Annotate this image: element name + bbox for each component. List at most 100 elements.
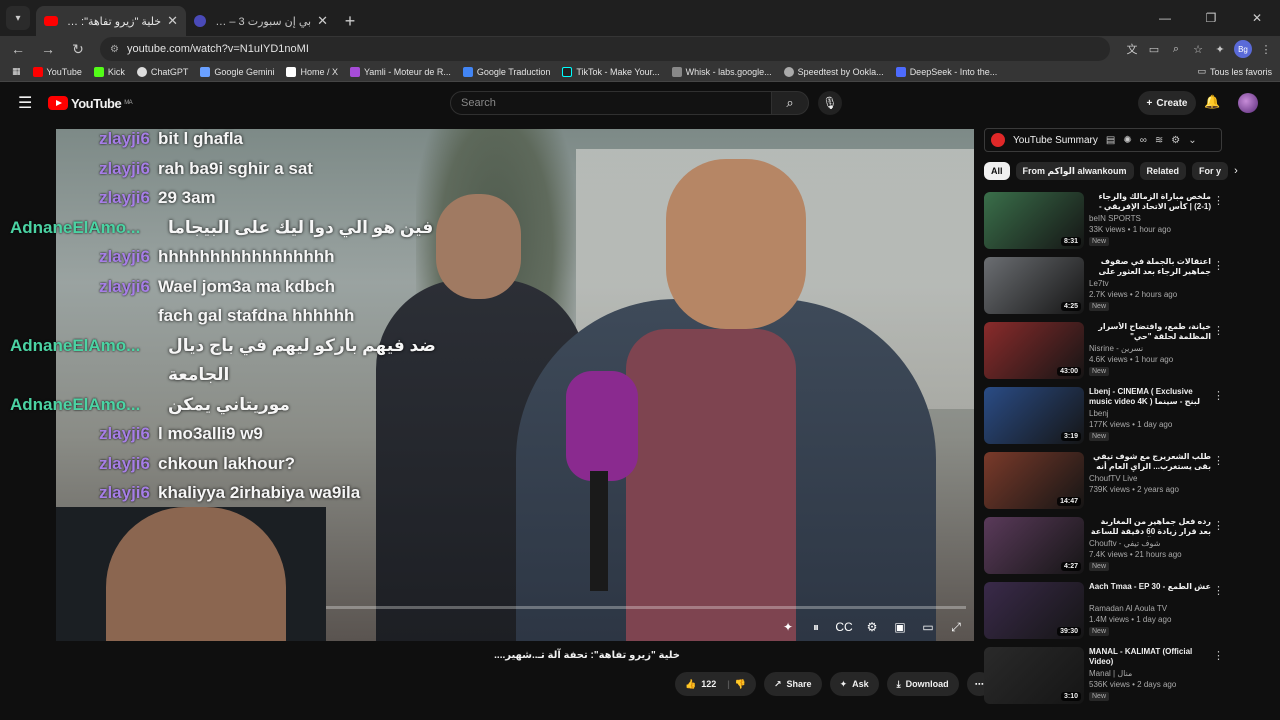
youtube-summary-bar[interactable]: YouTube Summary ▤ ✺ ∞ ≋ ⚙ ⌄ [984,128,1222,152]
video-title[interactable]: MANAL - KALIMAT (Official Video) [1089,647,1211,667]
more-options-icon[interactable]: ⋮ [1213,649,1224,662]
recommended-video[interactable]: 8:31 ملخص مباراة الزمالك والرجاء (1-2) |… [984,192,1224,257]
transcript-icon[interactable]: ▤ [1106,135,1115,146]
ai-sparkle-icon[interactable]: ✦ [780,619,796,635]
video-thumbnail[interactable]: 3:19 [984,387,1084,444]
openai-icon[interactable]: ✺ [1123,135,1131,146]
youtube-logo[interactable]: YouTube MA [48,96,133,111]
extensions-icon[interactable]: ✦ [1212,41,1228,57]
video-title[interactable]: ملخص مباراة الزمالك والرجاء (1-2) | كأس … [1089,192,1211,212]
settings-gear-icon[interactable]: ⚙ [1171,135,1180,146]
video-thumbnail[interactable]: 43:00 [984,322,1084,379]
video-title[interactable]: طلب الشعريرج مع شوف تيفي بقى يستغرب... ا… [1089,452,1211,472]
avatar[interactable] [1238,93,1258,113]
more-options-icon[interactable]: ⋮ [1213,389,1224,402]
translate-icon[interactable]: 文 [1124,41,1140,57]
thumbs-down-icon[interactable]: 👎 [735,679,746,690]
browser-menu-icon[interactable]: ⋮ [1258,41,1274,57]
progress-bar[interactable] [326,606,966,609]
channel-name[interactable]: Nisrine - نسرين [1089,344,1211,353]
site-info-icon[interactable]: ⚙ [110,44,119,55]
channel-name[interactable]: Le7tv [1089,279,1211,288]
chip-related[interactable]: Related [1139,162,1187,180]
tab-youtube[interactable]: خلية "زيرو تفاهة": تحفة آلة تـ... ✕ [36,6,186,36]
channel-name[interactable]: ChoufTV Live [1089,474,1211,483]
new-tab-button[interactable]: + [336,6,364,36]
create-button[interactable]: + Create [1138,91,1196,115]
more-options-icon[interactable]: ⋮ [1213,454,1224,467]
video-thumbnail[interactable]: 4:27 [984,517,1084,574]
restore-icon[interactable]: ❐ [1188,0,1234,36]
fullscreen-icon[interactable]: ⤢ [948,619,964,635]
recommended-video[interactable]: 4:25 اعتقالات بالجملة في صفوف جماهير الر… [984,257,1224,322]
ask-button[interactable]: ✦ Ask [829,672,879,696]
video-title[interactable]: Aach Tmaa - EP 30 - عش الطمع [1089,582,1211,602]
chevron-right-icon[interactable]: › [1234,165,1238,177]
bookmark-tiktok[interactable]: TikTok - Make Your... [562,66,660,77]
bookmark-deepseek[interactable]: DeepSeek - Into the... [895,66,997,77]
download-button[interactable]: ⤓ Download [886,672,959,696]
video-thumbnail[interactable]: 4:25 [984,257,1084,314]
glasses-icon[interactable]: ∞ [1140,135,1147,146]
recommended-video[interactable]: 3:10 MANAL - KALIMAT (Official Video) Ma… [984,647,1224,712]
video-title[interactable]: Lbenj - CINEMA ( Exclusive music video 4… [1089,387,1211,407]
channel-name[interactable]: Ramadan Al Aoula TV [1089,604,1211,613]
chip-from-channel[interactable]: From الواكم alwankoum [1015,162,1134,180]
channel-name[interactable]: beIN SPORTS [1089,214,1211,223]
recommended-video[interactable]: 14:47 طلب الشعريرج مع شوف تيفي بقى يستغر… [984,452,1224,517]
all-bookmarks[interactable]: ▭ Tous les favoris [1197,66,1272,77]
reload-icon[interactable]: ↻ [66,37,90,61]
microphone-icon[interactable]: 🎙 [818,91,842,115]
channel-name[interactable]: Manal | منال [1089,669,1211,678]
chip-all[interactable]: All [984,162,1010,180]
close-tab-icon[interactable]: ✕ [317,13,328,29]
bookmark-star-icon[interactable]: ☆ [1190,41,1206,57]
tab-search-button[interactable]: ▾ [6,6,30,30]
share-button[interactable]: ↗ Share [764,672,822,696]
menu-icon[interactable]: ☰ [18,93,38,113]
channel-name[interactable]: Chouftv - شوف تيفي [1089,539,1211,548]
video-title[interactable]: اعتقالات بالجملة في صفوف جماهير الرجاء ب… [1089,257,1211,277]
video-thumbnail[interactable]: 8:31 [984,192,1084,249]
subtitles-icon[interactable]: CC [835,619,852,635]
video-title[interactable]: رده فعل جماهير من المغاربة بعد قرار زياد… [1089,517,1211,537]
more-options-icon[interactable]: ⋮ [1213,519,1224,532]
bookmark-x[interactable]: Home / X [286,66,338,77]
notifications-bell-icon[interactable]: 🔔 [1204,94,1220,110]
bookmark-gemini[interactable]: Google Gemini [200,66,274,77]
video-thumbnail[interactable]: 39:30 [984,582,1084,639]
cast-icon[interactable]: ▭ [920,619,936,635]
chip-for-you[interactable]: For y [1192,162,1229,180]
recommended-video[interactable]: 43:00 خيانة، طمع، وافتضاح الأسرار المظلم… [984,322,1224,387]
profile-icon[interactable]: Bg [1234,40,1252,58]
bookmark-whisk[interactable]: Whisk - labs.google... [671,66,772,77]
pause-icon[interactable]: ⏸ [808,619,824,635]
search-input[interactable]: Search [450,91,772,115]
recommended-video[interactable]: 3:19 Lbenj - CINEMA ( Exclusive music vi… [984,387,1224,452]
more-options-icon[interactable]: ⋮ [1213,324,1224,337]
video-title[interactable]: خيانة، طمع، وافتضاح الأسرار المظلمة لحلق… [1089,322,1211,342]
miniplayer-icon[interactable]: ▣ [892,619,908,635]
more-options-icon[interactable]: ⋮ [1213,259,1224,272]
audio-wave-icon[interactable]: ≋ [1155,135,1163,146]
search-icon[interactable]: ⌕ [771,91,809,115]
bookmark-kick[interactable]: Kick [93,66,125,77]
more-options-icon[interactable]: ⋮ [1213,194,1224,207]
tab-panda[interactable]: بي إن سبورت 3 – PANDA – 3 sts ✕ [186,6,336,36]
video-player[interactable]: ✦ ⏸ CC ⚙ ▣ ▭ ⤢ [56,129,974,641]
settings-gear-icon[interactable]: ⚙ [864,619,880,635]
bookmark-yamli[interactable]: Yamli - Moteur de R... [349,66,451,77]
cast-icon[interactable]: ▭ [1146,41,1162,57]
back-icon[interactable]: ← [6,37,30,61]
bookmark-speedtest[interactable]: Speedtest by Ookla... [783,66,884,77]
minimize-icon[interactable]: — [1142,0,1188,36]
chevron-down-icon[interactable]: ⌄ [1188,135,1196,146]
recommended-video[interactable]: 39:30 Aach Tmaa - EP 30 - عش الطمع Ramad… [984,582,1224,647]
bookmark-translate[interactable]: Google Traduction [462,66,550,77]
video-thumbnail[interactable]: 14:47 [984,452,1084,509]
close-tab-icon[interactable]: ✕ [167,13,178,29]
omnibox[interactable]: ⚙ youtube.com/watch?v=N1uIYD1noMI [100,37,1110,61]
video-thumbnail[interactable]: 3:10 [984,647,1084,704]
apps-icon[interactable]: ▦ [12,66,21,77]
more-options-icon[interactable]: ⋮ [1213,584,1224,597]
